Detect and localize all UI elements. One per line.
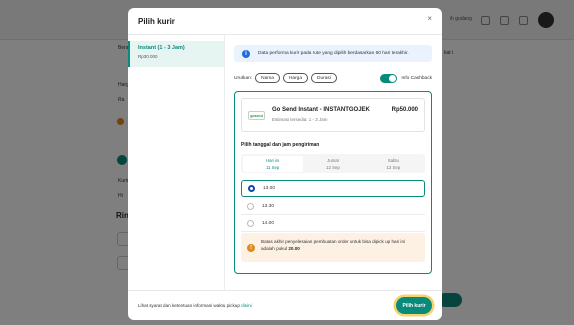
radio-unchecked[interactable] bbox=[247, 202, 254, 210]
terms-link[interactable]: disini bbox=[241, 303, 251, 308]
courier-category-sidebar: Instant (1 - 3 Jam) Rp30.000 bbox=[128, 35, 225, 290]
warning-message: Batas akhir penyelesaian pembuatan order… bbox=[261, 239, 406, 251]
date-tab-date: 13 Sep bbox=[386, 164, 401, 170]
modal-footer: Lihat syarat dan ketentuan informasi wak… bbox=[128, 290, 442, 320]
sidebar-item-title: Instant (1 - 3 Jam) bbox=[138, 45, 185, 51]
info-banner: i Data performa kurir pada rute yang dip… bbox=[234, 45, 432, 62]
info-banner-text: Data performa kurir pada rute yang dipil… bbox=[258, 51, 409, 56]
courier-card: gosend Go Send Instant - INSTANTGOJEK Es… bbox=[234, 91, 432, 274]
info-icon: i bbox=[242, 49, 250, 58]
gosend-logo: gosend bbox=[248, 111, 265, 120]
sort-chip-durasi[interactable]: Durasi bbox=[311, 73, 337, 83]
time-option-1400[interactable]: 14.00 bbox=[241, 215, 425, 232]
modal-body: Instant (1 - 3 Jam) Rp30.000 i Data perf… bbox=[128, 35, 442, 290]
sidebar-item-instant[interactable]: Instant (1 - 3 Jam) Rp30.000 bbox=[128, 41, 224, 67]
date-tab-day: Sabtu bbox=[387, 158, 399, 163]
date-tab-today[interactable]: Hari ini 11 Sep bbox=[242, 155, 303, 172]
time-label: 13.30 bbox=[262, 203, 275, 209]
courier-content: i Data performa kurir pada rute yang dip… bbox=[234, 35, 432, 290]
date-tab-day: Hari ini bbox=[265, 158, 280, 163]
service-eta: Estimasi tersedia: 1 - 3 Jam bbox=[272, 117, 328, 122]
time-label: 13.00 bbox=[263, 186, 276, 191]
modal-header: Pilih kurir × bbox=[128, 8, 442, 35]
courier-modal: Pilih kurir × Instant (1 - 3 Jam) Rp30.0… bbox=[128, 8, 442, 320]
time-option-1300[interactable]: 13.00 bbox=[241, 180, 425, 197]
sidebar-item-price: Rp30.000 bbox=[138, 54, 158, 59]
toggle-knob bbox=[389, 74, 397, 82]
radio-checked[interactable] bbox=[248, 185, 255, 192]
footer-message: Lihat syarat dan ketentuan informasi wak… bbox=[138, 303, 240, 308]
cashback-label: Info Cashback bbox=[401, 75, 432, 81]
radio-unchecked[interactable] bbox=[247, 219, 254, 227]
sort-label: Urutkan: bbox=[234, 75, 253, 81]
sort-row: Urutkan: Nama Harga Durasi Info Cashback bbox=[234, 71, 432, 85]
choose-courier-button[interactable]: Pilih kurir bbox=[396, 297, 432, 314]
sort-chip-harga[interactable]: Harga bbox=[282, 73, 309, 83]
service-price: Rp50.000 bbox=[391, 107, 418, 113]
time-option-1330[interactable]: 13.30 bbox=[241, 198, 425, 215]
date-heading: Pilih tanggal dan jam pengiriman bbox=[241, 142, 320, 148]
close-icon[interactable]: × bbox=[427, 14, 432, 23]
warning-text: Batas akhir penyelesaian pembuatan order… bbox=[261, 238, 417, 252]
date-tabs: Hari ini 11 Sep Jumat 12 Sep Sabtu 13 Se… bbox=[241, 154, 425, 173]
footer-text: Lihat syarat dan ketentuan informasi wak… bbox=[138, 303, 396, 308]
date-tab-date: 11 Sep bbox=[266, 164, 280, 170]
time-label: 14.00 bbox=[262, 220, 275, 226]
sort-chip-nama[interactable]: Nama bbox=[255, 73, 280, 83]
modal-title: Pilih kurir bbox=[138, 16, 175, 26]
warning-icon: ! bbox=[247, 244, 255, 252]
date-tab-date: 12 Sep bbox=[326, 164, 340, 170]
date-tab-friday[interactable]: Jumat 12 Sep bbox=[303, 156, 363, 172]
cutoff-warning: ! Batas akhir penyelesaian pembuatan ord… bbox=[241, 233, 425, 262]
service-box[interactable]: gosend Go Send Instant - INSTANTGOJEK Es… bbox=[241, 98, 425, 132]
cashback-toggle[interactable] bbox=[380, 73, 398, 83]
warning-time: 20.00 bbox=[288, 246, 300, 251]
date-tab-day: Jumat bbox=[327, 158, 339, 163]
date-tab-saturday[interactable]: Sabtu 13 Sep bbox=[363, 156, 423, 172]
service-name: Go Send Instant - INSTANTGOJEK bbox=[272, 107, 370, 113]
